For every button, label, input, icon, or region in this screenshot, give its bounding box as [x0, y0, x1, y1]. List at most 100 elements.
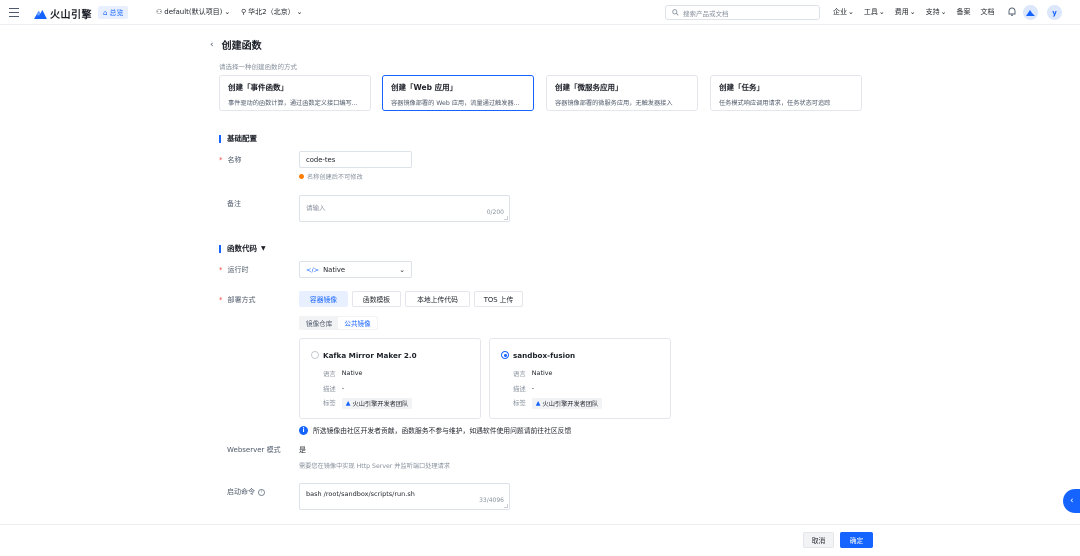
chevron-down-icon: ⌄: [909, 8, 916, 16]
image-name: Kafka Mirror Maker 2.0: [323, 351, 417, 360]
back-arrow-icon[interactable]: ‹: [210, 40, 214, 50]
cmd-counter: 33/4096: [479, 497, 504, 504]
card-event-function[interactable]: 创建「事件函数」 事件驱动的函数计算，通过函数定义接口编写...: [219, 75, 371, 111]
volcano-logo-icon: ▲: [345, 400, 351, 407]
logo[interactable]: 火山引擎: [34, 6, 92, 21]
region-selector[interactable]: ⚲ 华北2（北京） ⌄: [241, 7, 302, 17]
card-title: 创建「任务」: [719, 83, 764, 92]
section-basic: 基础配置: [219, 133, 257, 144]
name-hint: 名称创建后不可修改: [299, 172, 363, 181]
card-web-app[interactable]: 创建「Web 应用」 容器镜像部署的 Web 应用，流量通过触发器...: [382, 75, 534, 111]
avatar[interactable]: y: [1047, 5, 1062, 20]
chevron-left-icon: ‹: [1070, 496, 1074, 506]
image-desc: 描述 -: [513, 384, 535, 393]
runtime-select[interactable]: </> Native ⌄: [299, 261, 412, 278]
deploy-tab-tos-upload[interactable]: TOS 上传: [474, 291, 523, 307]
search-icon: [672, 9, 679, 16]
radio-button[interactable]: [311, 351, 319, 359]
page-title: 创建函数: [221, 41, 262, 52]
webserver-value: 是: [299, 446, 306, 454]
card-desc: 容器镜像部署的 Web 应用，流量通过触发器...: [391, 100, 520, 107]
nav-support[interactable]: 支持 ⌄: [926, 7, 947, 17]
image-desc: 描述 -: [323, 384, 345, 393]
side-toggle-button[interactable]: ‹: [1063, 489, 1080, 513]
image-name: sandbox-fusion: [513, 351, 576, 360]
image-card-sandbox-fusion[interactable]: sandbox-fusion 语言 Native 描述 - 标签 ▲ 火山引擎开发者团队: [489, 338, 671, 419]
nav-enterprise[interactable]: 企业 ⌄: [833, 7, 854, 17]
remark-field[interactable]: 请输入 0/200: [299, 195, 510, 222]
cancel-button[interactable]: 取消: [803, 532, 834, 548]
logo-text: 火山引擎: [50, 10, 92, 21]
top-navbar: 火山引擎 ⌂ 总览 ⚇ default(默认项目) ⌄ ⚲ 华北2（北京） ⌄ …: [0, 0, 1080, 25]
community-notice: i 所选镜像由社区开发者贡献，函数服务不参与维护，如遇软件使用问题请前往社区反馈: [299, 425, 571, 435]
menu-icon[interactable]: [9, 8, 19, 17]
image-tag: 标签 ▲ 火山引擎开发者团队: [513, 398, 603, 409]
image-lang: 语言 Native: [513, 369, 553, 378]
notice-text: 所选镜像由社区开发者贡献，函数服务不参与维护，如遇软件使用问题请前往社区反馈: [313, 427, 572, 435]
bell-icon[interactable]: [1008, 7, 1016, 16]
image-source-switch: 镜像仓库 公共镜像: [299, 316, 378, 330]
image-lang: 语言 Native: [323, 369, 363, 378]
chevron-down-icon: ⌄: [296, 8, 303, 16]
footer-bar: [0, 524, 1080, 556]
webserver-hint: 需要您在镜像中实现 Http Server 并监听端口处理请求: [299, 463, 450, 470]
deploy-label: * 部署方式: [219, 296, 256, 304]
search-input[interactable]: 搜索产品或文档: [665, 5, 820, 20]
home-icon: ⌂: [103, 8, 108, 17]
chevron-down-icon: ⌄: [224, 8, 231, 16]
remark-counter: 0/200: [486, 209, 504, 216]
volcano-logo-icon: [34, 9, 47, 19]
cmd-value: bash /root/sandbox/scripts/run.sh: [306, 490, 415, 498]
location-icon: ⚲: [241, 8, 247, 16]
card-microservice-app[interactable]: 创建「微服务应用」 容器镜像部署的微服务应用，无触发器接入: [546, 75, 698, 111]
webserver-label: Webserver 模式: [227, 446, 281, 454]
card-title: 创建「Web 应用」: [391, 83, 458, 92]
help-icon[interactable]: ?: [258, 488, 265, 496]
cmd-label: 启动命令 ?: [227, 487, 265, 497]
tab-image-repo[interactable]: 镜像仓库: [300, 317, 338, 329]
deploy-tab-template[interactable]: 函数模板: [352, 291, 401, 307]
warning-icon: [299, 174, 304, 179]
cloud-icon[interactable]: [1023, 5, 1038, 20]
page-header: ‹ 创建函数: [210, 37, 262, 53]
search-placeholder: 搜索产品或文档: [683, 9, 729, 18]
tag-badge: ▲ 火山引擎开发者团队: [341, 398, 413, 409]
native-icon: </>: [306, 265, 320, 274]
card-title: 创建「微服务应用」: [555, 83, 623, 92]
choose-hint: 请选择一种创建函数的方式: [219, 63, 297, 71]
image-tag: 标签 ▲ 火山引擎开发者团队: [323, 398, 413, 409]
deploy-tab-local-upload[interactable]: 本地上传代码: [405, 291, 470, 307]
resize-handle-icon[interactable]: [504, 504, 508, 508]
nav-tools[interactable]: 工具 ⌄: [864, 7, 885, 17]
overview-button[interactable]: ⌂ 总览: [98, 6, 129, 19]
card-desc: 任务模式响应调用请求，任务状态可追踪: [719, 100, 831, 107]
chevron-down-icon: ⌄: [399, 265, 405, 274]
tab-public-image[interactable]: 公共镜像: [338, 317, 377, 329]
card-title: 创建「事件函数」: [228, 83, 288, 92]
name-field[interactable]: code-tes: [299, 151, 412, 168]
nav-billing[interactable]: 费用 ⌄: [895, 7, 916, 17]
card-task[interactable]: 创建「任务」 任务模式响应调用请求，任务状态可追踪: [710, 75, 862, 111]
nav-docs[interactable]: 文档: [981, 7, 995, 17]
remark-label: 备注: [227, 200, 241, 208]
overview-label: 总览: [109, 8, 124, 17]
cmd-field[interactable]: bash /root/sandbox/scripts/run.sh 33/409…: [299, 483, 510, 510]
runtime-value: Native: [323, 265, 346, 274]
nav-links: 企业 ⌄ 工具 ⌄ 费用 ⌄ 支持 ⌄ 备案 文档: [833, 7, 995, 17]
radio-button-selected[interactable]: [501, 351, 509, 359]
deploy-tab-container-image[interactable]: 容器镜像: [299, 291, 348, 307]
section-code[interactable]: 函数代码 ▼: [219, 243, 266, 254]
project-icon: ⚇: [156, 8, 163, 16]
chevron-down-icon: ⌄: [940, 8, 947, 16]
project-selector[interactable]: ⚇ default(默认项目) ⌄: [156, 7, 230, 17]
remark-placeholder: 请输入: [306, 204, 326, 212]
confirm-button[interactable]: 确定: [840, 532, 873, 548]
resize-handle-icon[interactable]: [504, 216, 508, 220]
info-icon: i: [299, 425, 308, 435]
chevron-down-icon: ⌄: [848, 8, 854, 16]
card-desc: 容器镜像部署的微服务应用，无触发器接入: [555, 100, 673, 107]
name-label: * 名称: [219, 156, 242, 164]
image-card-kafka[interactable]: Kafka Mirror Maker 2.0 语言 Native 描述 - 标签 ▲ 火…: [299, 338, 481, 419]
chevron-down-icon: ⌄: [878, 8, 885, 16]
nav-icp[interactable]: 备案: [957, 7, 971, 17]
